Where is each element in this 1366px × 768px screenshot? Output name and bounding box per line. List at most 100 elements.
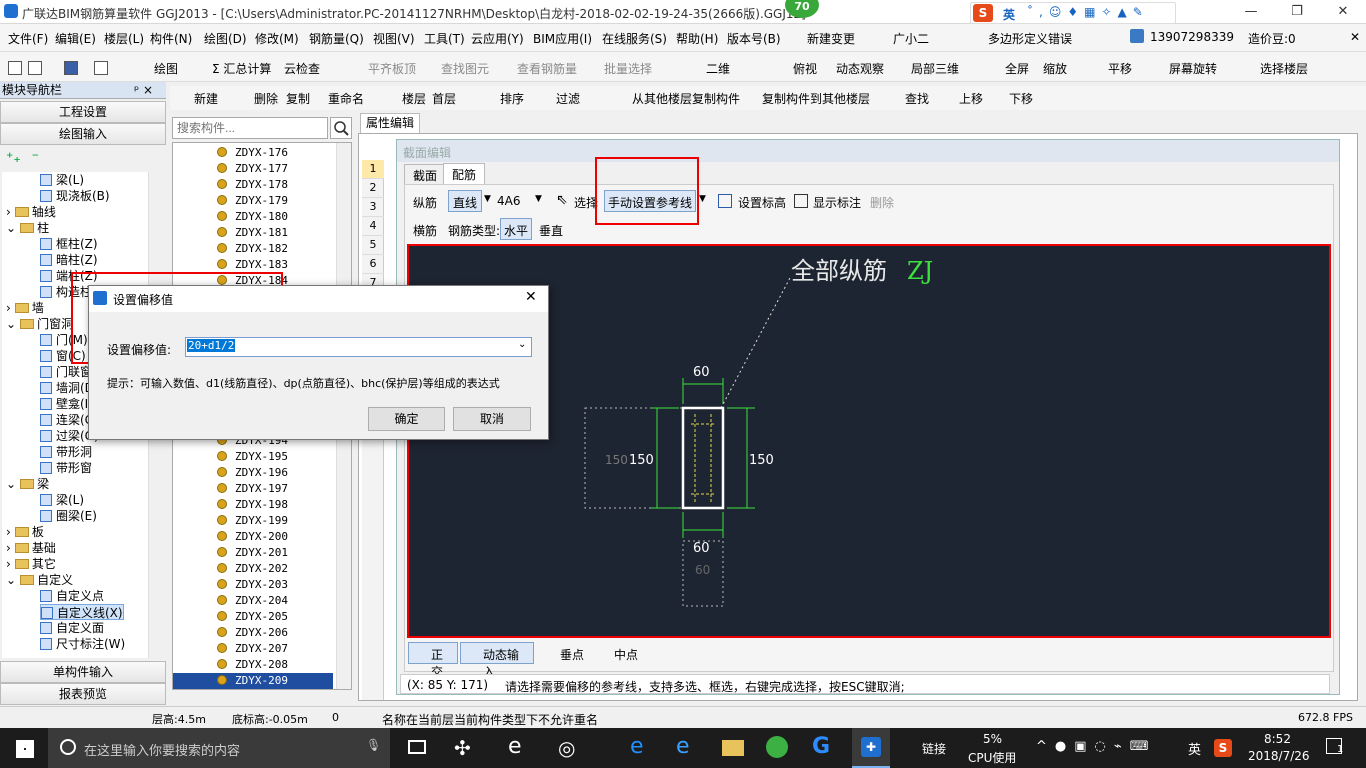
offset-value[interactable]: 20+d1/2: [187, 339, 236, 352]
component-toolbar-button-9[interactable]: 复制构件到其他楼层: [762, 90, 870, 107]
tree-node[interactable]: 尺寸标注(W): [40, 636, 125, 652]
mic-icon[interactable]: 🎙: [366, 738, 381, 752]
menu-item-15[interactable]: 广小二: [893, 30, 929, 47]
toolbar-button-0[interactable]: 绘图: [154, 60, 178, 77]
toolbar-button-8[interactable]: 俯视: [793, 60, 817, 77]
project-settings-button[interactable]: 工程设置: [0, 101, 166, 123]
delete-rebar-button[interactable]: 删除: [870, 194, 894, 211]
component-list-item[interactable]: ZDYX-176: [173, 145, 333, 161]
component-list-item[interactable]: ZDYX-196: [173, 465, 333, 481]
draw-input-button[interactable]: 绘图输入: [0, 123, 166, 145]
app-glodon-icon[interactable]: ✚: [852, 728, 890, 768]
component-list-item[interactable]: ZDYX-179: [173, 193, 333, 209]
tree-node[interactable]: › 其它: [6, 556, 56, 572]
restore-button[interactable]: ❐: [1274, 0, 1320, 24]
new-file-icon[interactable]: [8, 61, 22, 75]
toolbar-button-12[interactable]: 缩放: [1043, 60, 1067, 77]
sogou-ime-bar[interactable]: S 英 ˚,☺♦▦✧▲✎: [970, 2, 1176, 24]
toolbar-button-3[interactable]: 平齐板顶: [368, 60, 416, 77]
expander-icon[interactable]: ⌄: [6, 573, 16, 587]
toolbar-button-6[interactable]: 批量选择: [604, 60, 652, 77]
row-number[interactable]: 3: [362, 198, 384, 217]
menu-close-icon[interactable]: ✕: [1350, 30, 1360, 44]
tree-node[interactable]: › 板: [6, 524, 44, 540]
ime-lang-label[interactable]: 英: [1003, 6, 1015, 23]
ok-button[interactable]: 确定: [368, 407, 445, 431]
close-window-button[interactable]: ✕: [1320, 0, 1366, 24]
component-list-item[interactable]: ZDYX-182: [173, 241, 333, 257]
component-list-item[interactable]: ZDYX-205: [173, 609, 333, 625]
line-mode-dropdown-icon[interactable]: ▼: [484, 194, 491, 204]
expander-icon[interactable]: ›: [6, 205, 11, 219]
tab-property-edit[interactable]: 属性编辑: [360, 113, 420, 133]
report-preview-button[interactable]: 报表预览: [0, 683, 166, 705]
perpendicular-snap-button[interactable]: 垂点: [540, 646, 584, 663]
toolbar-button-9[interactable]: 动态观察: [836, 60, 884, 77]
ortho-button[interactable]: 正交: [408, 642, 458, 679]
menu-item-12[interactable]: 帮助(H): [676, 30, 718, 47]
midpoint-snap-button[interactable]: 中点: [594, 646, 638, 663]
tree-node[interactable]: 壁龛(I): [40, 396, 93, 412]
ime-tools-icon[interactable]: ˚,☺♦▦✧▲✎: [1027, 5, 1149, 19]
component-list-item[interactable]: ZDYX-201: [173, 545, 333, 561]
tree-node[interactable]: › 墙: [6, 300, 44, 316]
row-number[interactable]: 6: [362, 255, 384, 274]
expander-icon[interactable]: ›: [6, 541, 11, 555]
app-ie-icon[interactable]: e: [508, 734, 522, 759]
component-list-item[interactable]: ZDYX-178: [173, 177, 333, 193]
menu-item-14[interactable]: 新建变更: [807, 30, 855, 47]
toolbar-button-11[interactable]: 全屏: [1005, 60, 1029, 77]
component-list-item[interactable]: ZDYX-209: [173, 673, 333, 689]
component-toolbar-button-12[interactable]: 下移: [1009, 90, 1033, 107]
tree-node[interactable]: 自定义线(X): [40, 604, 124, 620]
menu-item-11[interactable]: 在线服务(S): [602, 30, 667, 47]
rebar-spec-select[interactable]: 4A6: [497, 194, 520, 208]
user-phone[interactable]: 13907298339: [1150, 30, 1234, 44]
component-list-item[interactable]: ZDYX-200: [173, 529, 333, 545]
expand-all-icon[interactable]: ⁺₊: [6, 150, 21, 166]
toolbar-button-7[interactable]: 二维: [706, 60, 730, 77]
expander-icon[interactable]: ›: [6, 557, 11, 571]
row-number[interactable]: 5: [362, 236, 384, 255]
app-g-icon[interactable]: G: [812, 734, 830, 759]
toolbar-button-13[interactable]: 平移: [1108, 60, 1132, 77]
menu-item-2[interactable]: 楼层(L): [104, 30, 144, 47]
price-beans[interactable]: 造价豆:0: [1248, 30, 1296, 47]
toolbar-button-10[interactable]: 局部三维: [911, 60, 959, 77]
toolbar-button-4[interactable]: 查找图元: [441, 60, 489, 77]
component-toolbar-button-3[interactable]: 重命名: [328, 90, 364, 107]
undo-icon[interactable]: [94, 61, 108, 75]
toolbar-button-15[interactable]: 选择楼层: [1260, 60, 1308, 77]
component-list-item[interactable]: ZDYX-204: [173, 593, 333, 609]
component-list-item[interactable]: ZDYX-197: [173, 481, 333, 497]
menu-item-5[interactable]: 修改(M): [255, 30, 299, 47]
tree-node[interactable]: › 轴线: [6, 204, 56, 220]
menu-item-13[interactable]: 版本号(B): [727, 30, 781, 47]
menu-item-4[interactable]: 绘图(D): [204, 30, 247, 47]
component-toolbar-button-5[interactable]: 首层: [432, 90, 456, 107]
menu-item-7[interactable]: 视图(V): [373, 30, 415, 47]
clock-date[interactable]: 2018/7/26: [1248, 749, 1310, 763]
expander-icon[interactable]: ⌄: [6, 317, 16, 331]
expander-icon[interactable]: ⌄: [6, 477, 16, 491]
offset-input[interactable]: 20+d1/2 ⌄: [185, 337, 532, 357]
tree-node[interactable]: 梁(L): [40, 492, 84, 508]
show-mark-button[interactable]: 显示标注: [813, 194, 861, 211]
spec-dropdown-icon[interactable]: ▼: [535, 194, 542, 204]
component-list-item[interactable]: ZDYX-183: [173, 257, 333, 273]
nav-pin-icon[interactable]: ᵖ ×: [134, 82, 153, 98]
component-list-item[interactable]: ZDYX-181: [173, 225, 333, 241]
tree-node[interactable]: 自定义面: [40, 620, 104, 636]
component-list-item[interactable]: ZDYX-203: [173, 577, 333, 593]
component-toolbar-button-11[interactable]: 上移: [959, 90, 983, 107]
app-explorer-icon[interactable]: [722, 740, 744, 756]
menu-item-9[interactable]: 云应用(Y): [471, 30, 524, 47]
toolbar-button-2[interactable]: 云检查: [284, 60, 320, 77]
tree-node[interactable]: ⌄ 门窗洞: [6, 316, 73, 332]
tree-node[interactable]: 梁(L): [40, 172, 84, 188]
search-icon[interactable]: [330, 117, 352, 139]
tree-node[interactable]: 现浇板(B): [40, 188, 110, 204]
component-toolbar-button-1[interactable]: 删除: [254, 90, 278, 107]
component-toolbar-button-4[interactable]: 楼层: [402, 90, 426, 107]
tab-section[interactable]: 截面: [404, 164, 447, 184]
